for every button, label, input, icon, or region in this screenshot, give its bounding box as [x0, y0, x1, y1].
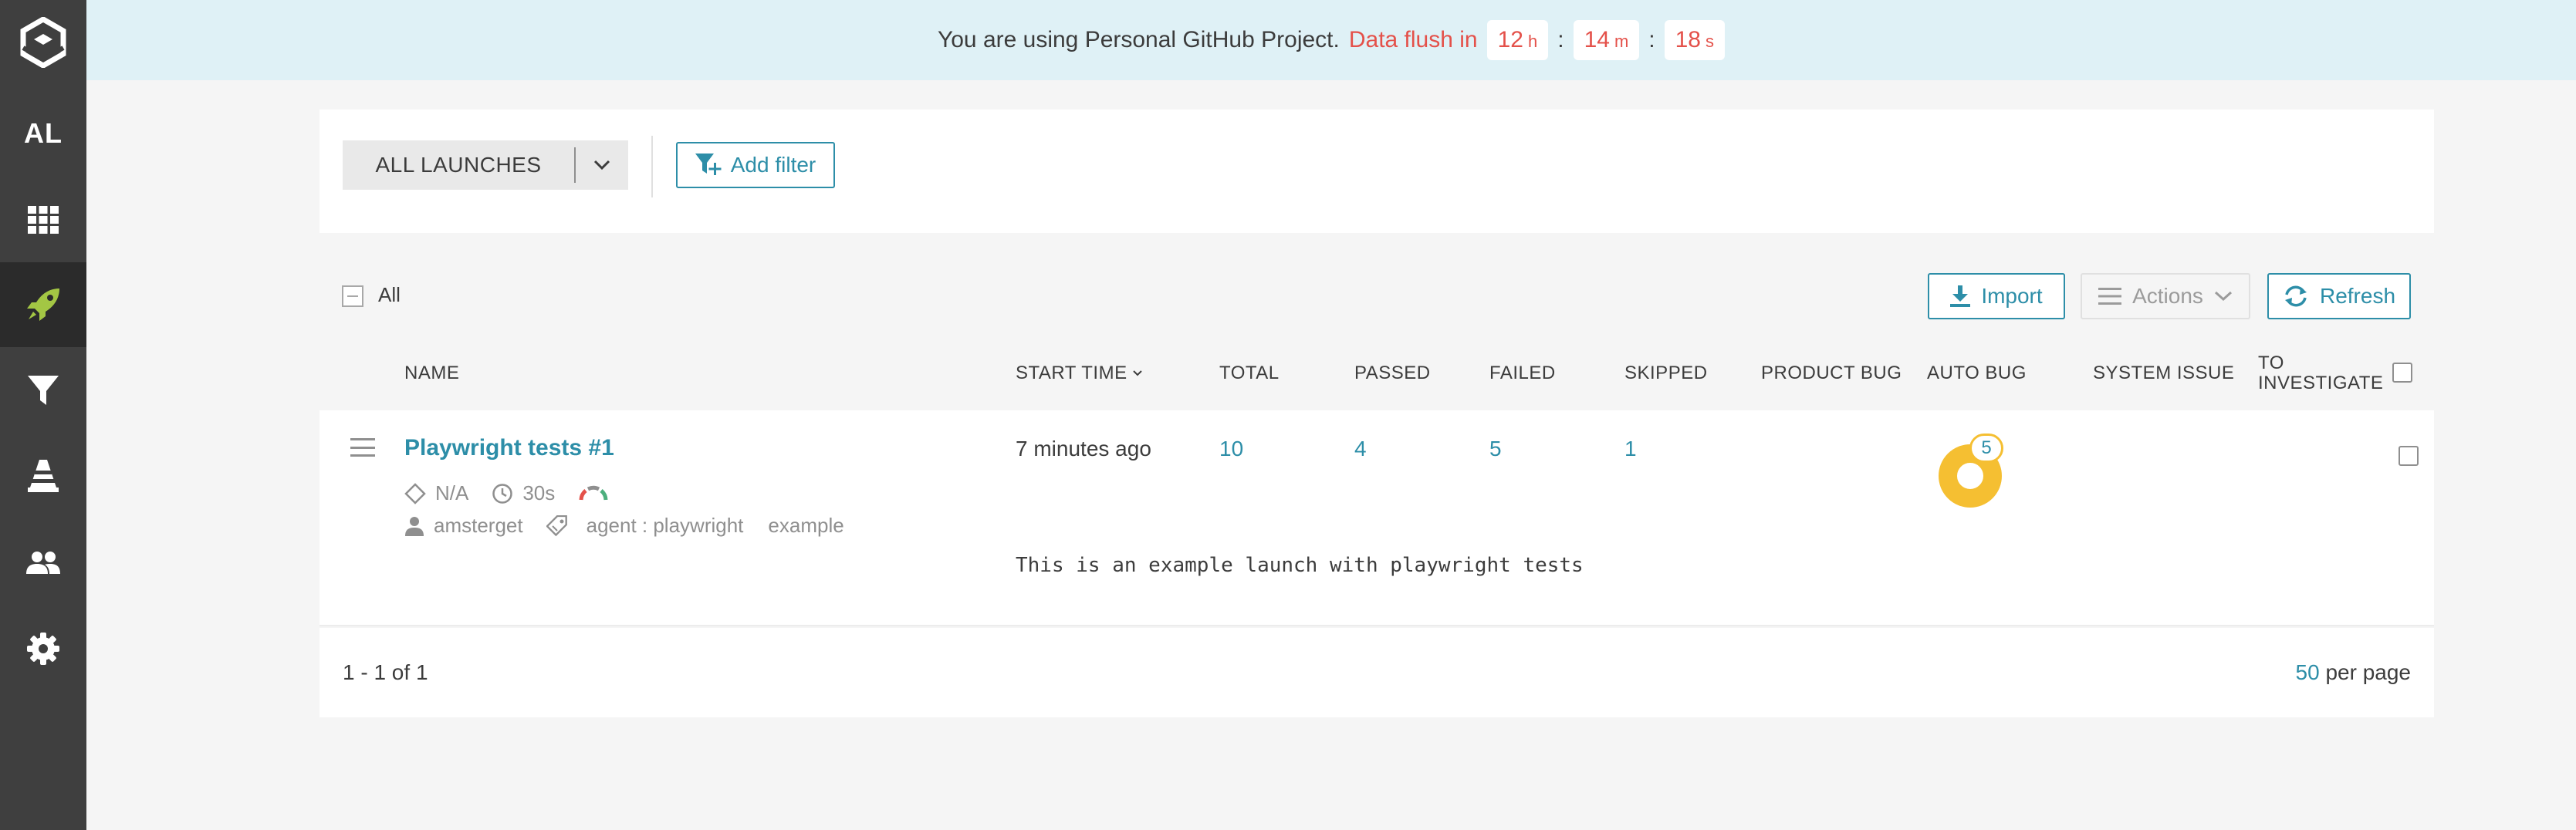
column-to-investigate-line2: INVESTIGATE	[2258, 373, 2384, 393]
column-total[interactable]: TOTAL	[1219, 363, 1280, 384]
launch-meta-line: N/A 30s	[404, 481, 609, 505]
per-page-label: per page	[2325, 660, 2411, 684]
refresh-button[interactable]: Refresh	[2267, 273, 2411, 319]
project-initials: AL	[24, 117, 63, 149]
pagination-bar: 1 - 1 of 1 50 per page	[319, 628, 2434, 717]
diamond-tag-icon	[404, 482, 426, 504]
timer-seconds-value: 18	[1675, 27, 1701, 52]
sidebar-item-dashboards[interactable]	[0, 177, 86, 262]
chevron-down-icon	[2214, 291, 2232, 302]
header-select-checkbox[interactable]	[2392, 363, 2412, 383]
launch-owner[interactable]: amsterget	[434, 514, 523, 538]
column-name[interactable]: NAME	[404, 363, 459, 384]
add-filter-button[interactable]: Add filter	[676, 142, 835, 188]
timer-seconds-unit: s	[1706, 32, 1714, 51]
timer-minutes-value: 14	[1584, 27, 1610, 52]
row-select-checkbox[interactable]	[2399, 446, 2419, 466]
per-page-value[interactable]: 50	[2296, 660, 2320, 684]
clock-icon	[492, 483, 513, 504]
launch-total[interactable]: 10	[1219, 437, 1243, 461]
sidebar-item-debug[interactable]	[0, 434, 86, 518]
timer-separator: :	[1557, 27, 1564, 52]
timer-minutes: 14 m	[1573, 20, 1640, 60]
sidebar-item-members[interactable]	[0, 520, 86, 605]
launch-attribute-example[interactable]: example	[768, 514, 843, 538]
user-icon	[405, 516, 424, 536]
row-menu-icon[interactable]	[350, 438, 375, 457]
data-flush-banner: You are using Personal GitHub Project. D…	[86, 0, 2576, 80]
users-icon	[26, 552, 60, 574]
column-passed[interactable]: PASSED	[1354, 363, 1431, 384]
launch-description: This is an example launch with playwrigh…	[1016, 554, 1584, 577]
refresh-label: Refresh	[2319, 284, 2396, 308]
launch-failed[interactable]: 5	[1489, 437, 1502, 461]
banner-message: You are using Personal GitHub Project.	[937, 27, 1340, 52]
import-button[interactable]: Import	[1928, 273, 2065, 319]
launch-duration: 30s	[522, 481, 556, 504]
auto-bug-count: 5	[1981, 437, 1992, 458]
launch-start-time: 7 minutes ago	[1016, 437, 1151, 461]
attribute-tag-icon	[546, 515, 567, 536]
sort-down-icon	[1132, 370, 1142, 376]
sidebar-item-project[interactable]: AL	[0, 91, 86, 176]
menu-lines-icon	[2098, 288, 2122, 305]
actions-label: Actions	[2132, 284, 2203, 308]
sidebar-item-settings[interactable]	[0, 606, 86, 691]
launch-name-link[interactable]: Playwright tests #1	[404, 435, 614, 461]
timer-seconds: 18 s	[1664, 20, 1725, 60]
auto-bug-count-badge[interactable]: 5	[1969, 434, 2003, 463]
column-auto-bug[interactable]: AUTO BUG	[1927, 363, 2027, 384]
filter-panel: ALL LAUNCHES Add filter	[319, 110, 2434, 233]
select-all-checkbox[interactable]	[342, 285, 363, 307]
sidebar-item-filters[interactable]	[0, 349, 86, 434]
actions-dropdown[interactable]: Actions	[2081, 273, 2250, 319]
column-to-investigate-line1: TO	[2258, 353, 2284, 373]
launch-skipped[interactable]: 1	[1624, 437, 1637, 461]
launch-tag-na: N/A	[435, 481, 469, 504]
panel-divider	[651, 136, 653, 197]
filter-icon	[28, 376, 59, 405]
select-all-label: All	[378, 283, 401, 306]
chevron-down-icon	[593, 160, 610, 170]
indeterminate-mark	[347, 295, 358, 297]
status-gauge-icon	[579, 485, 608, 500]
table-row: Playwright tests #1 N/A 30s amsterget ag…	[319, 410, 2434, 626]
add-filter-icon	[695, 154, 722, 175]
rocket-icon	[27, 288, 59, 321]
column-system-issue[interactable]: SYSTEM ISSUE	[2093, 363, 2234, 384]
import-label: Import	[1981, 284, 2043, 308]
launch-type-dropdown[interactable]: ALL LAUNCHES	[343, 140, 628, 190]
column-start-time[interactable]: START TIME	[1016, 363, 1143, 384]
gear-icon	[27, 633, 59, 665]
download-icon	[1950, 285, 1971, 307]
column-product-bug[interactable]: PRODUCT BUG	[1761, 363, 1902, 384]
sidebar: AL	[0, 0, 86, 830]
banner-flush-label: Data flush in	[1348, 27, 1478, 52]
cone-icon	[28, 460, 59, 492]
reportportal-logo-icon	[20, 17, 66, 68]
pagination-range: 1 - 1 of 1	[343, 660, 428, 684]
sidebar-item-launches[interactable]	[0, 262, 86, 347]
column-failed[interactable]: FAILED	[1489, 363, 1556, 384]
launch-owner-line: amsterget agent : playwright example	[404, 514, 844, 538]
column-start-time-label: START TIME	[1016, 363, 1127, 383]
launch-type-label: ALL LAUNCHES	[375, 153, 542, 177]
timer-hours: 12 h	[1486, 20, 1549, 60]
grid-icon	[28, 206, 59, 234]
launch-passed[interactable]: 4	[1354, 437, 1367, 461]
timer-separator: :	[1648, 27, 1655, 52]
per-page-selector[interactable]: 50 per page	[2296, 660, 2411, 685]
launch-attribute[interactable]: agent : playwright	[587, 514, 744, 538]
column-to-investigate[interactable]: TO INVESTIGATE	[2258, 353, 2383, 393]
column-skipped[interactable]: SKIPPED	[1624, 363, 1708, 384]
timer-hours-unit: h	[1527, 32, 1538, 51]
dropdown-toggle[interactable]	[576, 160, 628, 170]
timer-hours-value: 12	[1497, 27, 1523, 52]
timer-minutes-unit: m	[1614, 32, 1629, 51]
add-filter-label: Add filter	[730, 153, 816, 177]
sidebar-logo[interactable]	[0, 0, 86, 85]
refresh-icon	[2284, 285, 2307, 307]
